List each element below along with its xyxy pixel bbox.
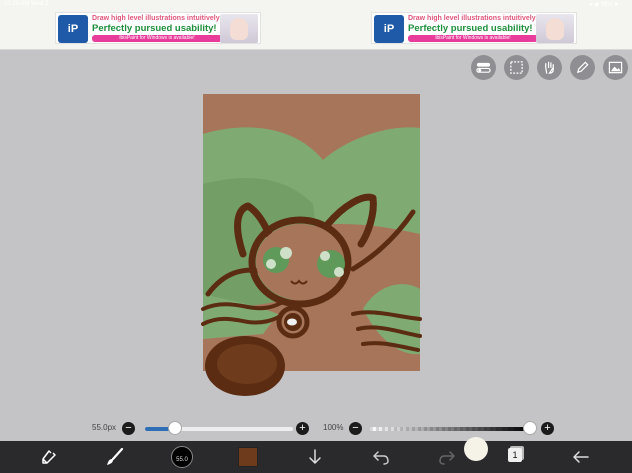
brush-size-label: 55.0px	[92, 423, 117, 432]
edit-button[interactable]	[570, 55, 595, 80]
eye-highlight	[334, 267, 344, 277]
ibispaint-logo: iP	[374, 15, 404, 43]
opacity-slider[interactable]	[370, 427, 530, 431]
hand-button[interactable]	[537, 55, 562, 80]
eye-highlight	[320, 251, 330, 261]
pencil-edit-icon	[576, 61, 589, 74]
size-minus-button[interactable]: −	[122, 422, 135, 435]
ad-portrait-image	[536, 14, 574, 43]
ad-line-2: Perfectly pursued usability!	[92, 23, 217, 34]
brush-size-thumb[interactable]	[167, 421, 182, 435]
ad-line-3: ibisPaint for Windows is available!	[92, 35, 222, 42]
ad-banner-left[interactable]: iP Draw high level illustrations intuiti…	[55, 12, 261, 44]
ibispaint-logo: iP	[58, 15, 88, 43]
back-button[interactable]	[570, 446, 592, 468]
color-swatch[interactable]	[238, 447, 258, 467]
opacity-fill	[370, 427, 530, 431]
transform-icon	[42, 450, 56, 464]
back-arrow-icon	[573, 451, 589, 463]
image-button[interactable]	[603, 55, 628, 80]
opacity-minus-button[interactable]: −	[349, 422, 362, 435]
toggle-icon	[476, 62, 491, 73]
download-arrow-icon	[309, 449, 321, 464]
eye-highlight	[266, 259, 276, 269]
ad-line-2: Perfectly pursued usability!	[408, 23, 533, 34]
drawing-canvas[interactable]	[201, 94, 422, 396]
ad-line-1: Draw high level illustrations intuitivel…	[408, 15, 538, 22]
brown-blob-inner	[217, 344, 277, 384]
brush-size-preview[interactable]: 55.0	[171, 446, 193, 468]
hand-icon	[545, 61, 554, 74]
brush-icon	[107, 447, 124, 465]
transform-button[interactable]	[38, 446, 60, 468]
ad-banner-area: 10:29 AM Wed 2 ● ◆ 99% ■ iP Draw high le…	[0, 0, 632, 50]
layers-button[interactable]: 1	[508, 448, 522, 462]
undo-button[interactable]	[370, 446, 392, 468]
opacity-label: 100%	[323, 423, 344, 432]
ad-line-3: ibisPaint for Windows is available!	[408, 35, 538, 42]
status-time: 10:29 AM Wed 2	[4, 1, 49, 7]
opacity-plus-button[interactable]: +	[541, 422, 554, 435]
ad-banner-right[interactable]: iP Draw high level illustrations intuiti…	[371, 12, 577, 44]
undo-icon	[373, 451, 389, 465]
download-button[interactable]	[304, 446, 326, 468]
redo-button[interactable]	[436, 446, 458, 468]
eye-highlight	[280, 247, 292, 259]
brush-tool-button[interactable]	[104, 446, 126, 468]
redo-icon	[439, 451, 455, 465]
size-plus-button[interactable]: +	[296, 422, 309, 435]
ad-line-1: Draw high level illustrations intuitivel…	[92, 15, 222, 22]
toggle-button[interactable]	[471, 55, 496, 80]
image-icon	[608, 61, 623, 74]
floating-color-dot[interactable]	[464, 437, 488, 461]
selection-button[interactable]	[504, 55, 529, 80]
status-indicators: ● ◆ 99% ■	[589, 2, 618, 8]
opacity-thumb[interactable]	[523, 421, 537, 435]
ad-portrait-image	[220, 14, 258, 43]
selection-icon	[510, 61, 523, 74]
bell-highlight	[287, 318, 297, 326]
